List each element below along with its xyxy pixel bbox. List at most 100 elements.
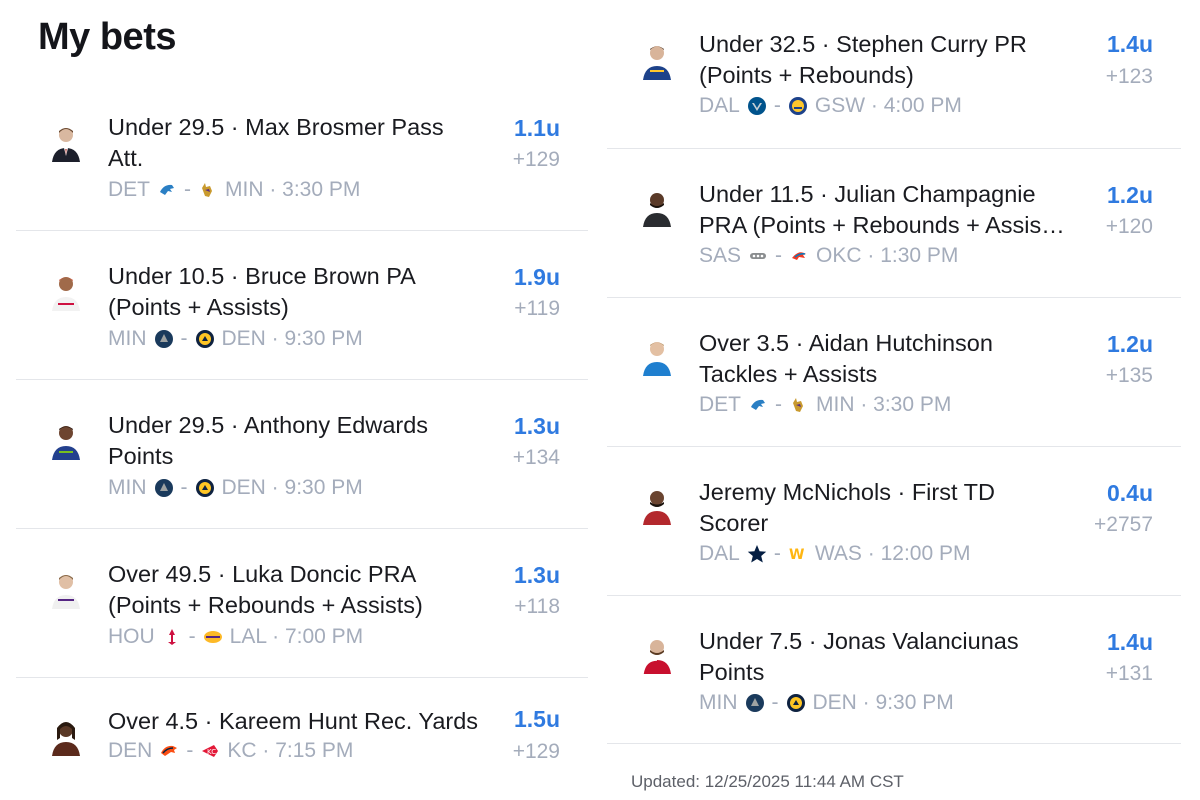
game-time: 7:15 PM: [275, 739, 354, 762]
home-team: LAL: [229, 625, 267, 648]
bet-title: Under 10.5 · Bruce Brown PA (Points + As…: [108, 263, 416, 320]
bet-odds: +119: [514, 297, 560, 320]
home-team-time: LAL · 7:00 PM: [229, 625, 364, 648]
home-team-time: MIN · 3:30 PM: [225, 178, 361, 201]
home-team: GSW: [814, 94, 866, 117]
bet-title: Over 49.5 · Luka Doncic PRA (Points + Re…: [108, 561, 423, 618]
player-avatar-icon: [637, 187, 677, 227]
vikings-logo-icon: [198, 180, 218, 200]
player-avatar-icon: [46, 420, 86, 460]
rockets-logo-icon: [162, 627, 182, 647]
bet-odds: +2757: [1094, 513, 1153, 536]
lions-logo-icon: [157, 180, 177, 200]
bet-odds: +118: [514, 595, 560, 618]
home-team-time: DEN · 9:30 PM: [221, 476, 363, 499]
page-title: My bets: [38, 16, 176, 58]
bet-title: Under 11.5 · Julian Champagnie PRA (Poin…: [699, 181, 1065, 238]
bet-card[interactable]: Under 32.5 · Stephen Curry PR (Points + …: [607, 0, 1181, 149]
player-avatar-icon: [637, 485, 677, 525]
player-avatar-icon: [637, 634, 677, 674]
bet-card[interactable]: Under 10.5 · Bruce Brown PA (Points + As…: [16, 231, 588, 380]
matchup: DET - MIN · 3:30 PM: [699, 393, 951, 417]
matchup: MIN - DEN · 9:30 PM: [108, 327, 363, 351]
bet-title: Jeremy McNichols · First TD Scorer: [699, 479, 995, 536]
game-time: 3:30 PM: [282, 178, 361, 201]
bet-units: 1.9u: [513, 264, 560, 290]
player-avatar-icon: [46, 271, 86, 311]
cowboys-logo-icon: [747, 544, 767, 564]
bet-odds: +131: [1105, 662, 1153, 685]
game-time: 9:30 PM: [284, 327, 363, 350]
matchup-dash: -: [180, 327, 188, 350]
bet-odds: +135: [1105, 364, 1153, 387]
timberwolves-logo-icon: [745, 693, 765, 713]
matchup-dash: -: [773, 94, 781, 117]
matchup: HOU - LAL · 7:00 PM: [108, 625, 363, 649]
matchup-dash: -: [186, 739, 194, 762]
home-team-time: DEN · 9:30 PM: [221, 327, 363, 350]
matchup: SAS - OKC · 1:30 PM: [699, 244, 958, 268]
game-time: 3:30 PM: [873, 393, 952, 416]
bet-title: Under 29.5 · Max Brosmer Pass Att.: [108, 114, 444, 171]
vikings-logo-icon: [789, 395, 809, 415]
matchup: DAL - GSW · 4:00 PM: [699, 94, 962, 118]
away-team: DET: [699, 393, 741, 416]
home-team: WAS: [814, 542, 862, 565]
matchup-dash: -: [775, 393, 782, 416]
matchup: MIN - DEN · 9:30 PM: [108, 476, 363, 500]
away-team: HOU: [108, 625, 155, 648]
bet-card[interactable]: Over 3.5 · Aidan Hutchinson Tackles + As…: [607, 298, 1181, 447]
bet-units: 0.4u: [1106, 480, 1153, 506]
home-team: OKC: [816, 244, 862, 267]
bet-units: 1.1u: [513, 115, 560, 141]
away-team: SAS: [699, 244, 742, 267]
bet-card[interactable]: Under 7.5 · Jonas Valanciunas Points MIN…: [607, 596, 1181, 744]
broncos-logo-icon: [159, 741, 179, 761]
spurs-logo-icon: [748, 246, 768, 266]
bet-card[interactable]: Jeremy McNichols · First TD Scorer DAL -…: [607, 447, 1181, 596]
bet-title: Under 29.5 · Anthony Edwards Points: [108, 412, 429, 469]
bet-units: 1.4u: [1106, 629, 1153, 655]
bet-odds: +123: [1105, 65, 1153, 88]
commanders-logo-icon: W: [788, 544, 808, 564]
bet-card[interactable]: Under 29.5 · Max Brosmer Pass Att. DET -…: [16, 82, 588, 231]
bet-title: Over 4.5 · Kareem Hunt Rec. Yards: [108, 708, 479, 734]
home-team: MIN: [816, 393, 855, 416]
matchup-dash: -: [775, 244, 783, 267]
bet-card[interactable]: Over 4.5 · Kareem Hunt Rec. Yards DEN - …: [16, 678, 588, 778]
matchup-dash: -: [188, 625, 196, 648]
bet-units: 1.3u: [513, 562, 560, 588]
game-time: 12:00 PM: [880, 542, 971, 565]
lions-logo-icon: [748, 395, 768, 415]
bet-title: Over 3.5 · Aidan Hutchinson Tackles + As…: [699, 330, 993, 387]
nuggets-logo-icon: [195, 478, 215, 498]
matchup-dash: -: [180, 476, 188, 499]
bet-card[interactable]: Under 11.5 · Julian Champagnie PRA (Poin…: [607, 149, 1181, 298]
game-time: 9:30 PM: [875, 691, 954, 714]
bet-units: 1.4u: [1106, 31, 1153, 57]
bet-title: Under 7.5 · Jonas Valanciunas Points: [699, 628, 1019, 685]
away-team: DAL: [699, 94, 740, 117]
away-team: DEN: [108, 739, 153, 762]
nuggets-logo-icon: [786, 693, 806, 713]
game-time: 1:30 PM: [880, 244, 959, 267]
bet-units: 1.2u: [1106, 331, 1153, 357]
player-avatar-icon: [637, 40, 677, 80]
svg-text:KC: KC: [207, 748, 216, 756]
timberwolves-logo-icon: [154, 329, 174, 349]
bet-units: 1.5u: [513, 706, 560, 732]
bet-units: 1.2u: [1106, 182, 1153, 208]
home-team-time: OKC · 1:30 PM: [816, 244, 959, 267]
warriors-logo-icon: [788, 96, 808, 116]
matchup-dash: -: [773, 542, 781, 565]
home-team: KC: [227, 739, 257, 762]
bet-odds: +129: [512, 148, 560, 171]
bets-column-left: Under 29.5 · Max Brosmer Pass Att. DET -…: [16, 82, 588, 778]
bet-card[interactable]: Under 29.5 · Anthony Edwards Points MIN …: [16, 380, 588, 529]
nuggets-logo-icon: [195, 329, 215, 349]
matchup-dash: -: [771, 691, 779, 714]
player-avatar-icon: [46, 716, 86, 756]
matchup: DET - MIN · 3:30 PM: [108, 178, 360, 202]
away-team: MIN: [108, 476, 147, 499]
bet-card[interactable]: Over 49.5 · Luka Doncic PRA (Points + Re…: [16, 529, 588, 678]
